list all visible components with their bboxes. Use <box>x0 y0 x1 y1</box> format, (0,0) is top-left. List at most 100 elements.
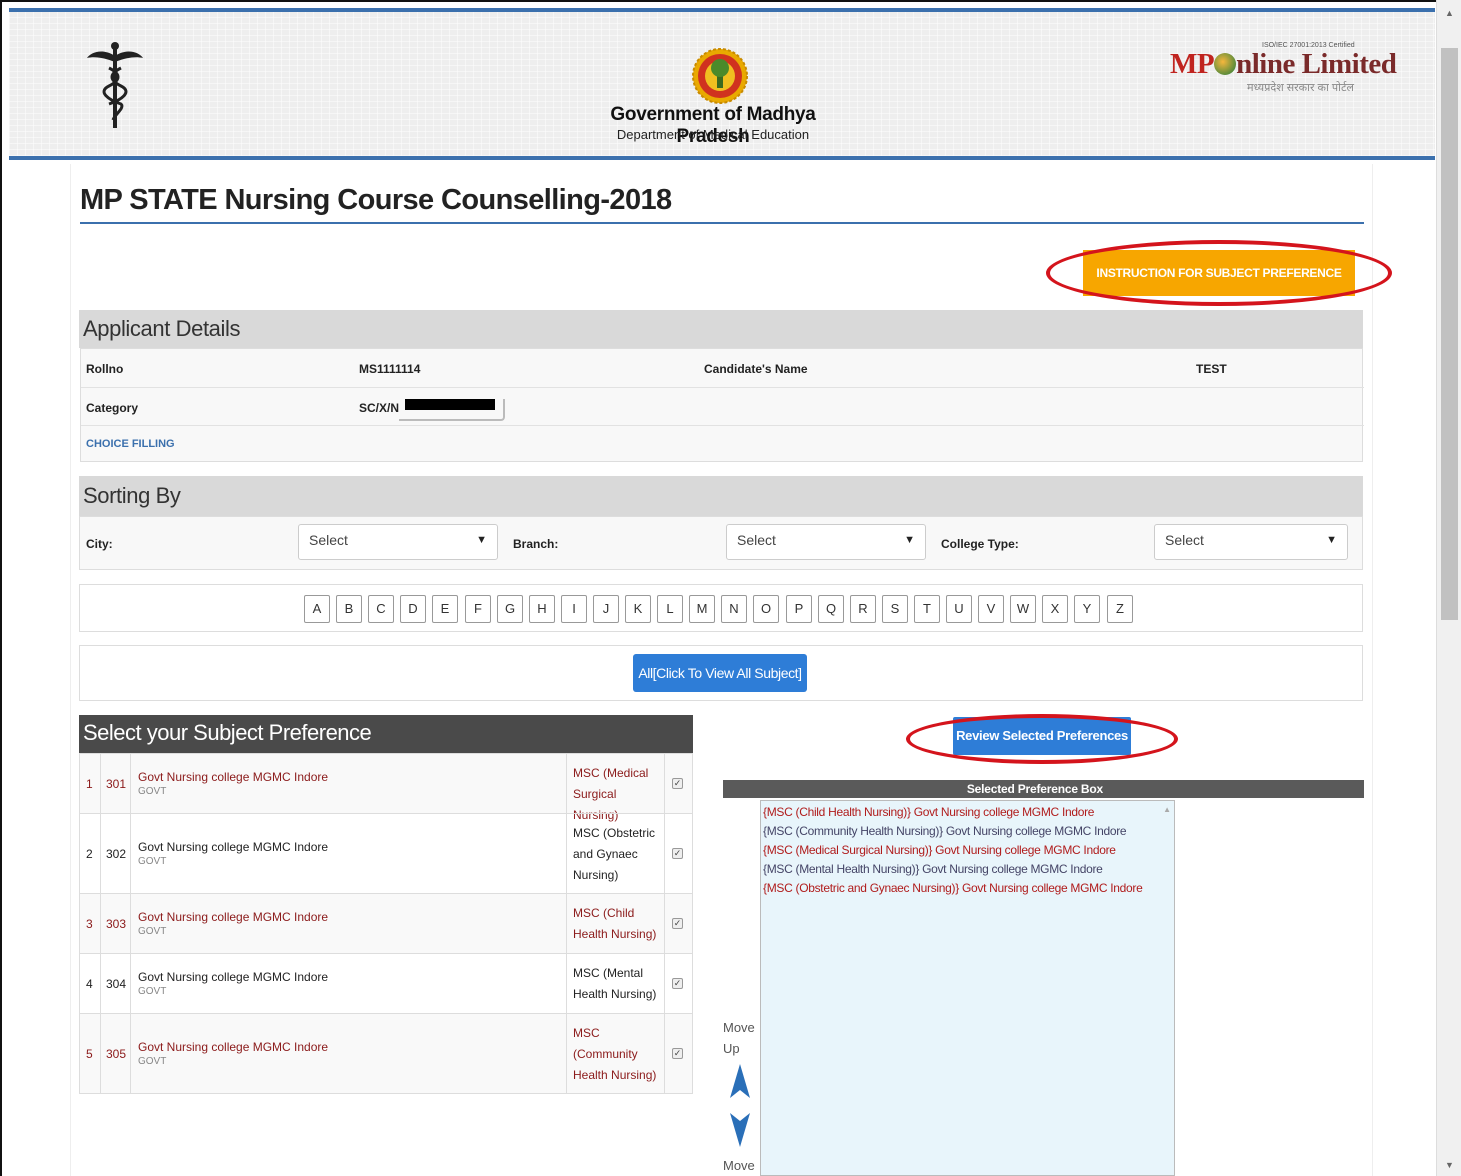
subject-row[interactable]: 2 302 Govt Nursing college MGMC Indore GOVT… <box>80 813 692 893</box>
course-name: MSC (Obstetric and Gynaec Nursing) <box>573 826 656 882</box>
alphabet-button[interactable]: O <box>753 595 779 623</box>
alphabet-button[interactable]: M <box>689 595 715 623</box>
alphabet-button[interactable]: Z <box>1107 595 1133 623</box>
sorting-by-heading: Sorting By <box>79 476 1363 516</box>
branch-label: Branch: <box>513 537 559 551</box>
category-label: Category <box>86 401 139 415</box>
alphabet-button[interactable]: S <box>882 595 908 623</box>
college-name: Govt Nursing college MGMC Indore <box>138 970 329 984</box>
scroll-down-icon[interactable]: ▼ <box>1445 1160 1454 1170</box>
mponline-hindi-tagline: मध्यप्रदेश सरकार का पोर्टल <box>1247 82 1354 94</box>
candidate-name-value: TEST <box>1196 362 1227 376</box>
college-type: GOVT <box>138 786 167 797</box>
preference-checkbox[interactable]: ✓ <box>672 978 683 989</box>
alphabet-button[interactable]: G <box>497 595 523 623</box>
preference-checkbox[interactable]: ✓ <box>672 848 683 859</box>
alphabet-button[interactable]: B <box>336 595 362 623</box>
alphabet-button[interactable]: P <box>786 595 812 623</box>
row-index: 2 <box>86 847 93 861</box>
candidate-name-label: Candidate's Name <box>704 362 808 376</box>
row-divider <box>81 425 1364 426</box>
alphabet-button[interactable]: K <box>625 595 651 623</box>
row-index: 5 <box>86 1047 93 1061</box>
college-type: GOVT <box>138 986 167 997</box>
college-type: GOVT <box>138 856 167 867</box>
row-code: 305 <box>106 1047 127 1061</box>
alphabet-button[interactable]: V <box>978 595 1004 623</box>
department-subtitle: Department of Medical Education <box>616 127 810 142</box>
row-index: 3 <box>86 917 93 931</box>
instruction-button[interactable]: INSTRUCTION FOR SUBJECT PREFERENCE SELEC… <box>1083 250 1355 326</box>
move-up-arrow-icon[interactable] <box>730 1064 750 1100</box>
chevron-down-icon: ▼ <box>904 534 915 546</box>
review-preferences-button[interactable]: Review Selected Preferences <box>953 717 1131 755</box>
rollno-label: Rollno <box>86 362 124 376</box>
alphabet-button[interactable]: T <box>914 595 940 623</box>
alphabet-button[interactable]: Q <box>818 595 844 623</box>
preference-checkbox[interactable]: ✓ <box>672 778 683 789</box>
applicant-details-heading: Applicant Details <box>79 310 1363 348</box>
branch-select[interactable]: Select ▼ <box>726 524 926 560</box>
alphabet-button[interactable]: X <box>1042 595 1068 623</box>
scroll-up-icon[interactable]: ▲ <box>1445 8 1454 18</box>
preference-item[interactable]: {MSC (Obstetric and Gynaec Nursing)} Gov… <box>763 879 1172 898</box>
alphabet-button[interactable]: H <box>529 595 555 623</box>
row-index: 1 <box>86 777 93 791</box>
scrollbar-thumb[interactable] <box>1441 48 1458 620</box>
college-type-select[interactable]: Select ▼ <box>1154 524 1348 560</box>
selected-preference-list[interactable]: {MSC (Child Health Nursing)} Govt Nursin… <box>760 800 1175 1176</box>
subject-row[interactable]: 3 303 Govt Nursing college MGMC Indore GOVT… <box>80 893 692 953</box>
mponline-globe-icon <box>1214 53 1237 75</box>
college-name: Govt Nursing college MGMC Indore <box>138 1040 329 1054</box>
chevron-down-icon: ▼ <box>476 534 487 546</box>
course-name: MSC (Community Health Nursing) <box>573 1026 657 1082</box>
college-type: GOVT <box>138 926 167 937</box>
scroll-up-icon[interactable]: ▲ <box>1163 805 1171 814</box>
move-down-arrow-icon[interactable] <box>730 1111 750 1147</box>
alphabet-button[interactable]: L <box>657 595 683 623</box>
alphabet-button[interactable]: J <box>593 595 619 623</box>
course-name: MSC (Child Health Nursing) <box>573 906 657 941</box>
alphabet-button[interactable]: U <box>946 595 972 623</box>
row-code: 301 <box>106 777 127 791</box>
city-select[interactable]: Select ▼ <box>298 524 498 560</box>
move-down-label: Move <box>723 1158 755 1173</box>
alphabet-button[interactable]: F <box>465 595 491 623</box>
preference-checkbox[interactable]: ✓ <box>672 1048 683 1059</box>
alphabet-button[interactable]: E <box>432 595 458 623</box>
view-all-subjects-button[interactable]: All[Click To View All Subject] <box>633 654 807 692</box>
mponline-logo-mp: MP <box>1170 48 1215 80</box>
redacted-block <box>399 399 505 421</box>
alphabet-button[interactable]: D <box>400 595 426 623</box>
course-name: MSC (Mental Health Nursing) <box>573 966 657 1001</box>
preference-item[interactable]: {MSC (Mental Health Nursing)} Govt Nursi… <box>763 860 1172 879</box>
college-type-select-value: Select <box>1165 532 1204 548</box>
alphabet-button[interactable]: C <box>368 595 394 623</box>
preference-checkbox[interactable]: ✓ <box>672 918 683 929</box>
city-select-value: Select <box>309 532 348 548</box>
page-scrollbar[interactable]: ▲ ▼ <box>1436 0 1461 1176</box>
alphabet-button[interactable]: I <box>561 595 587 623</box>
preference-item[interactable]: {MSC (Medical Surgical Nursing)} Govt Nu… <box>763 841 1172 860</box>
row-code: 302 <box>106 847 127 861</box>
choice-filling-link[interactable]: CHOICE FILLING <box>86 438 175 450</box>
subject-row[interactable]: 1 301 Govt Nursing college MGMC Indore GOVT… <box>80 753 692 822</box>
alphabet-button[interactable]: N <box>721 595 747 623</box>
alphabet-button[interactable]: A <box>304 595 330 623</box>
alphabet-button[interactable]: Y <box>1074 595 1100 623</box>
preference-item[interactable]: {MSC (Child Health Nursing)} Govt Nursin… <box>763 803 1172 822</box>
subject-preference-table: 1 301 Govt Nursing college MGMC Indore GOVT… <box>79 753 693 1094</box>
city-label: City: <box>86 537 113 551</box>
title-divider <box>80 222 1364 224</box>
subject-row[interactable]: 5 305 Govt Nursing college MGMC Indore GOVT… <box>80 1013 692 1093</box>
branch-select-value: Select <box>737 532 776 548</box>
alphabet-button[interactable]: R <box>850 595 876 623</box>
rollno-value: MS1111114 <box>359 362 421 376</box>
category-value: SC/X/N <box>359 401 400 415</box>
preference-item[interactable]: {MSC (Community Health Nursing)} Govt Nu… <box>763 822 1172 841</box>
alphabet-button[interactable]: W <box>1010 595 1036 623</box>
college-name: Govt Nursing college MGMC Indore <box>138 770 329 784</box>
subject-row[interactable]: 4 304 Govt Nursing college MGMC Indore GOVT… <box>80 953 692 1013</box>
mponline-logo-text: nline Limited <box>1236 48 1397 80</box>
row-code: 303 <box>106 917 127 931</box>
